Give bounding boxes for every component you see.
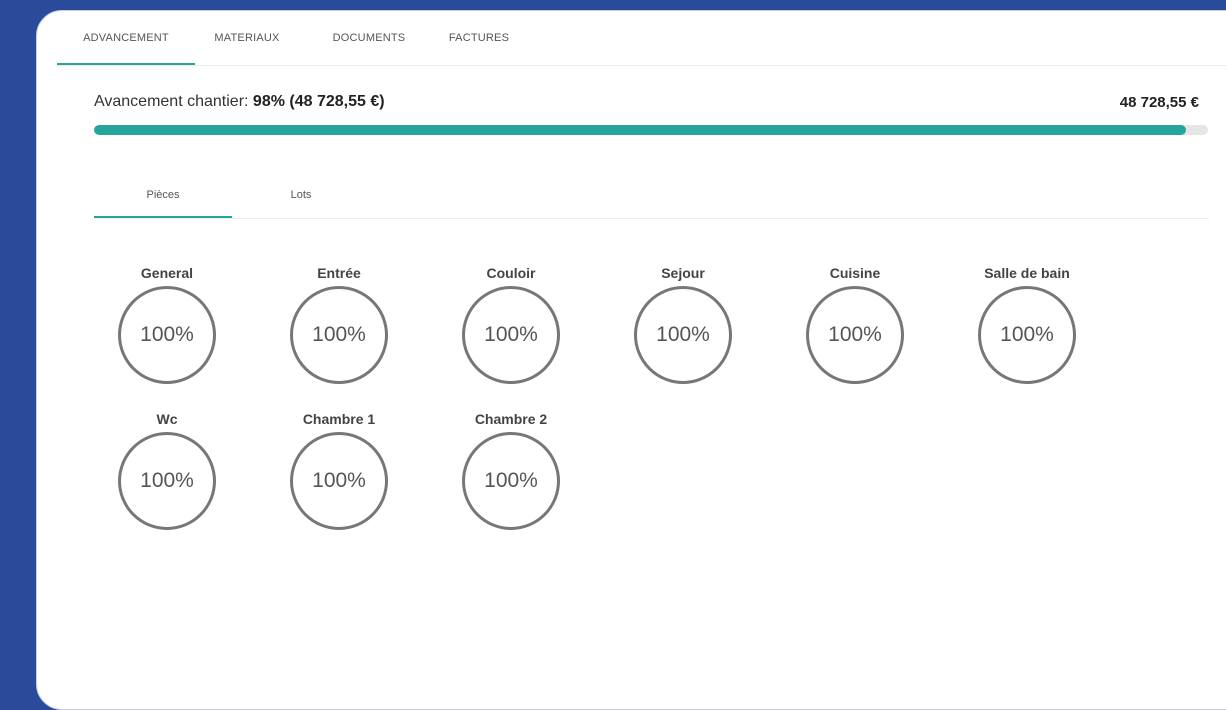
room-name: Entrée [317, 265, 361, 281]
room-progress-circle: 100% [118, 432, 216, 530]
room-card-entree[interactable]: Entrée 100% [284, 263, 394, 384]
tab-pieces[interactable]: Pièces [94, 181, 232, 218]
room-percent: 100% [484, 323, 538, 346]
room-name: Sejour [661, 265, 705, 281]
sub-tabs: Pièces Lots [94, 181, 370, 218]
room-card-chambre-2[interactable]: Chambre 2 100% [456, 409, 566, 530]
room-name: General [140, 265, 194, 281]
room-name: Chambre 2 [474, 411, 548, 427]
tab-factures[interactable]: FACTURES [439, 11, 519, 65]
top-tabs: ADVANCEMENT MATERIAUX DOCUMENTS FACTURES [57, 11, 519, 65]
room-progress-circle: 100% [806, 286, 904, 384]
room-name: Wc [156, 411, 178, 427]
tab-materiaux[interactable]: MATERIAUX [195, 11, 299, 65]
room-card-chambre-1[interactable]: Chambre 1 100% [284, 409, 394, 530]
room-card-wc[interactable]: Wc 100% [112, 409, 222, 530]
subtabs-divider [94, 218, 1209, 219]
room-percent: 100% [484, 469, 538, 492]
tab-documents[interactable]: DOCUMENTS [299, 11, 439, 65]
main-card: ADVANCEMENT MATERIAUX DOCUMENTS FACTURES… [36, 10, 1226, 710]
tabs-divider [57, 65, 1226, 66]
room-percent: 100% [828, 323, 882, 346]
room-percent: 100% [312, 323, 366, 346]
room-name: Cuisine [829, 265, 881, 281]
progress-label: Avancement chantier: 98% (48 728,55 €) [94, 93, 385, 111]
room-progress-circle: 100% [290, 432, 388, 530]
progress-bar-fill [94, 125, 1186, 135]
room-progress-circle: 100% [634, 286, 732, 384]
progress-amount: (48 728,55 €) [289, 93, 385, 110]
room-progress-circle: 100% [462, 286, 560, 384]
room-card-cuisine[interactable]: Cuisine 100% [800, 263, 910, 384]
room-name: Salle de bain [984, 265, 1070, 281]
room-name: Couloir [486, 265, 536, 281]
room-progress-circle: 100% [978, 286, 1076, 384]
room-card-couloir[interactable]: Couloir 100% [456, 263, 566, 384]
room-card-general[interactable]: General 100% [112, 263, 222, 384]
room-card-salle-de-bain[interactable]: Salle de bain 100% [972, 263, 1082, 384]
room-progress-circle: 100% [118, 286, 216, 384]
room-percent: 100% [140, 469, 194, 492]
tab-advancement[interactable]: ADVANCEMENT [57, 11, 195, 65]
room-percent: 100% [312, 469, 366, 492]
progress-total: 48 728,55 € [1119, 94, 1199, 111]
room-progress-circle: 100% [290, 286, 388, 384]
room-percent: 100% [1000, 323, 1054, 346]
progress-bar [94, 125, 1208, 135]
progress-label-text: Avancement chantier: [94, 93, 249, 110]
tab-lots[interactable]: Lots [232, 181, 370, 218]
room-name: Chambre 1 [302, 411, 376, 427]
progress-percent: 98% [252, 93, 285, 110]
room-percent: 100% [140, 323, 194, 346]
room-progress-circle: 100% [462, 432, 560, 530]
room-percent: 100% [656, 323, 710, 346]
room-card-sejour[interactable]: Sejour 100% [628, 263, 738, 384]
